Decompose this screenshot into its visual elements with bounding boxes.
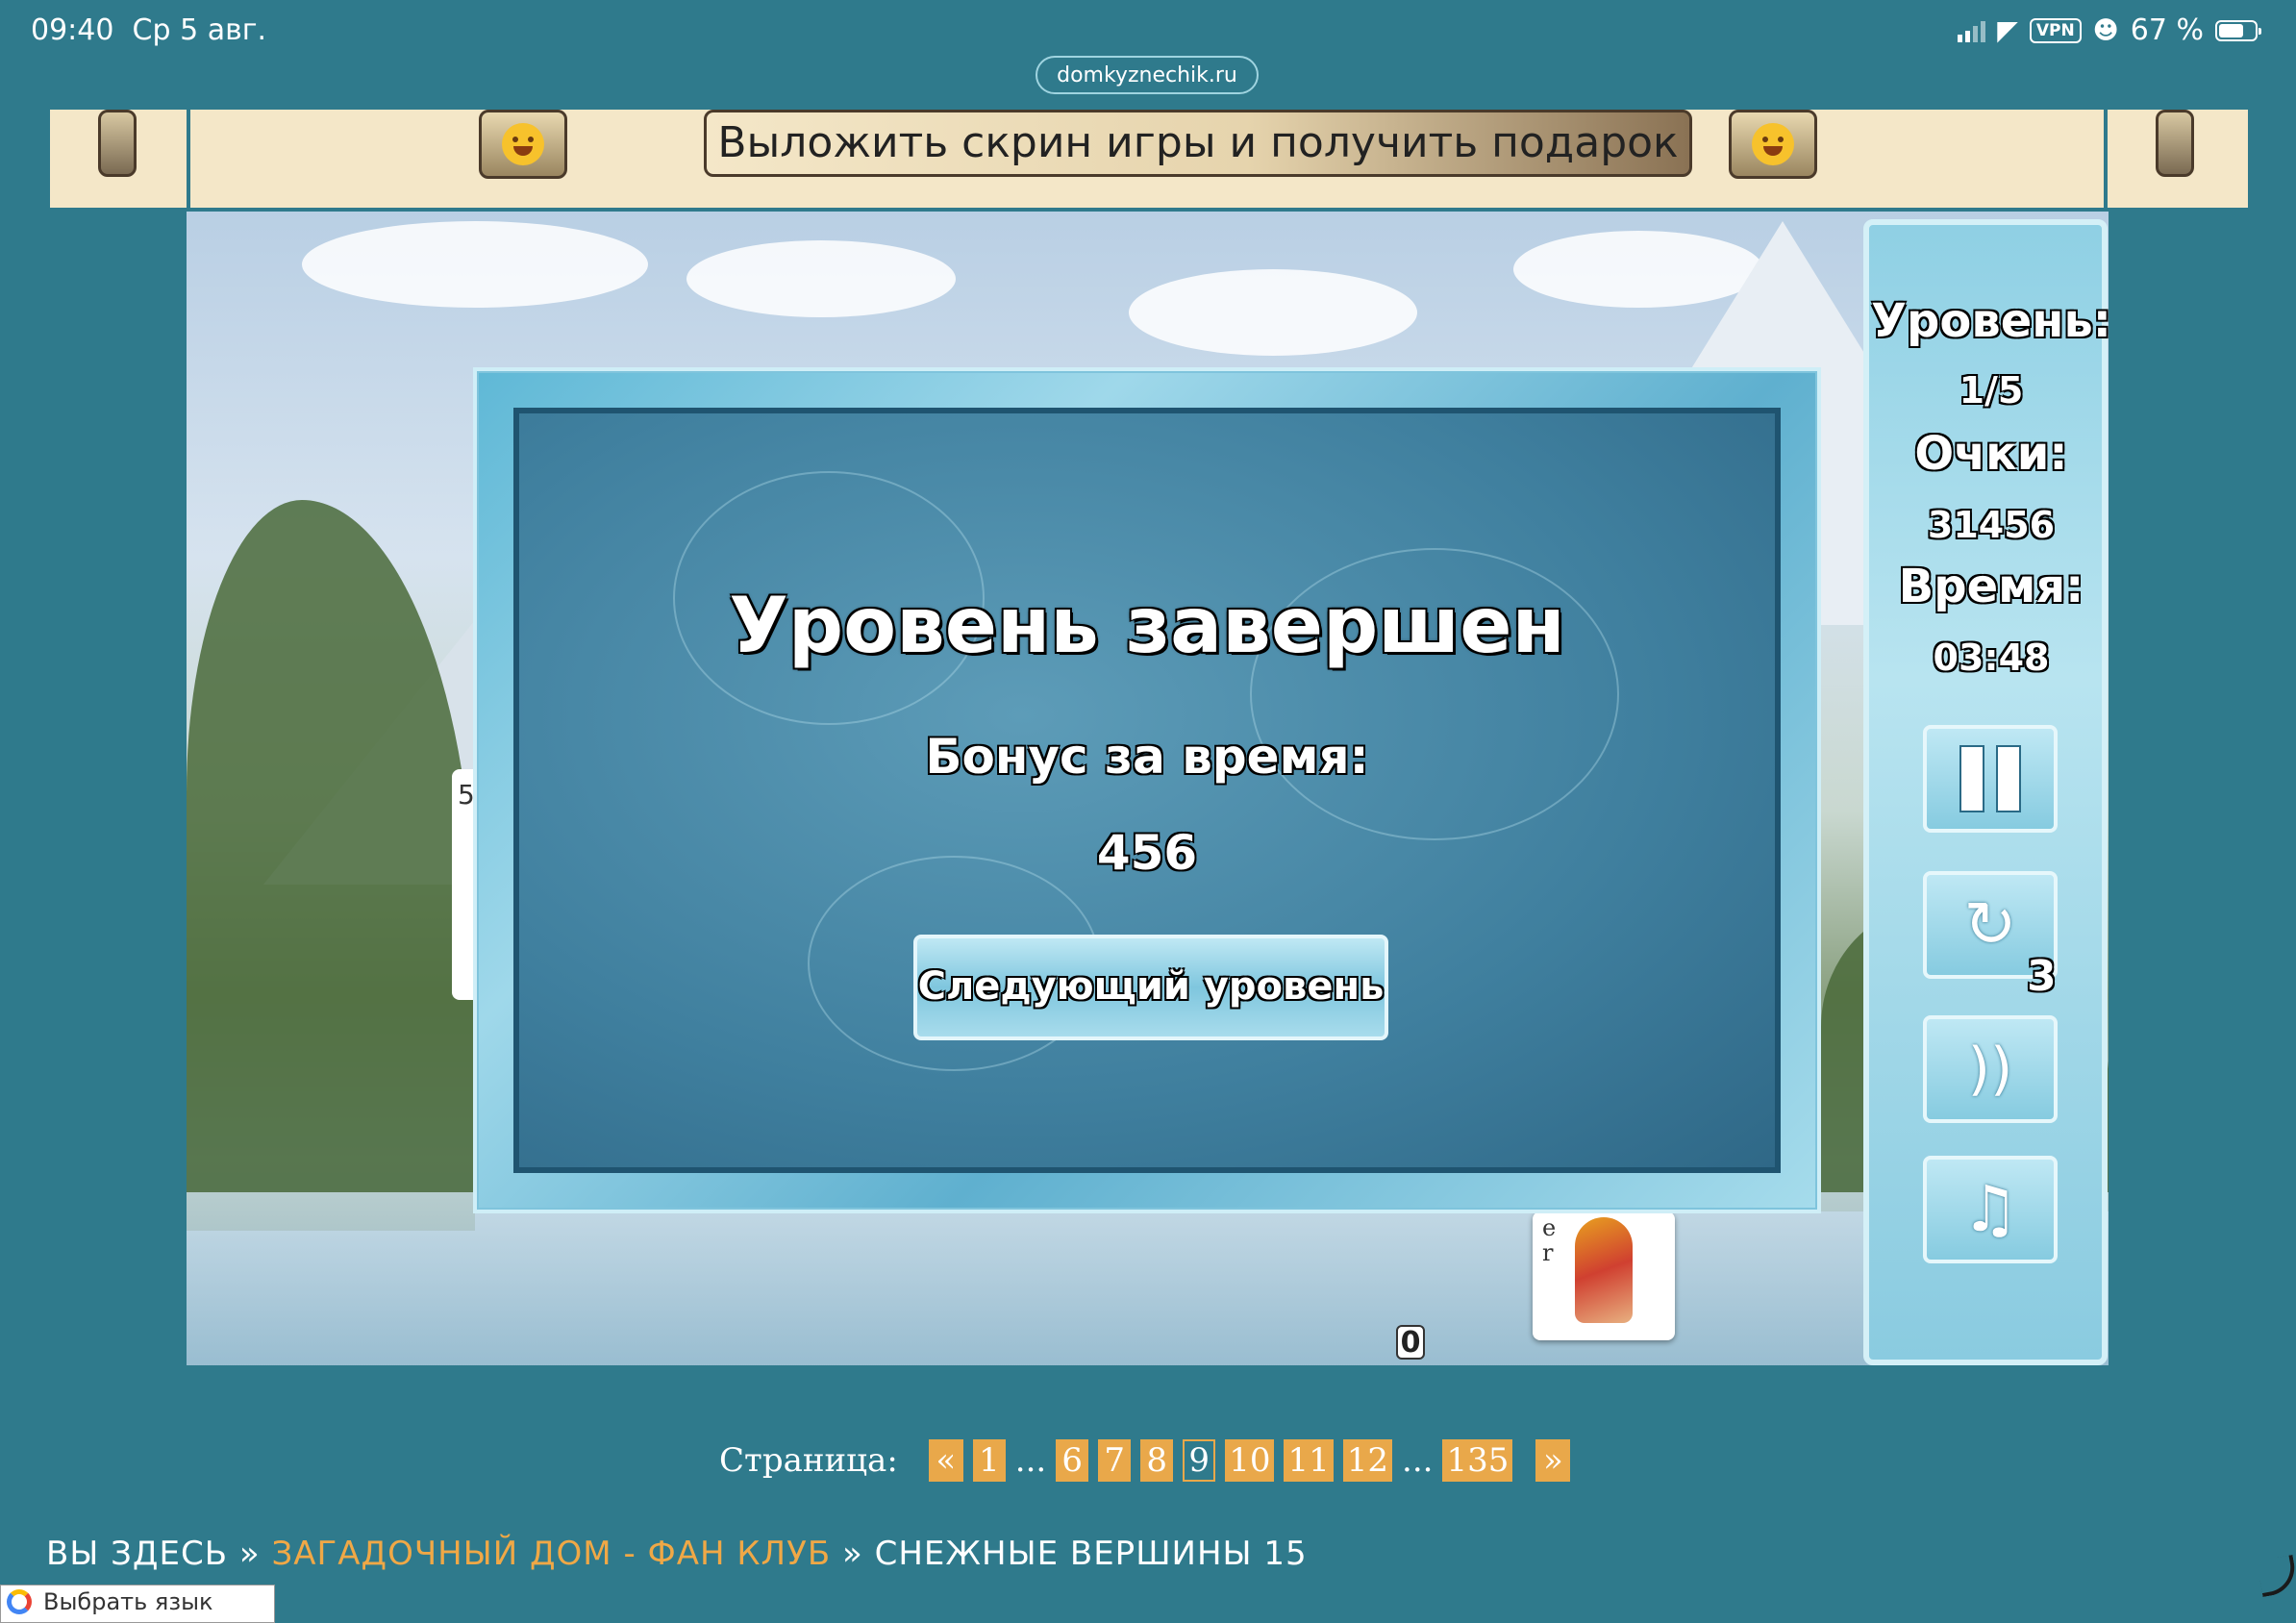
undo-count: 3	[2027, 952, 2057, 1001]
dialog-title: Уровень завершен	[729, 581, 1565, 670]
banner-divider	[187, 110, 190, 208]
page-link[interactable]: 10	[1225, 1439, 1275, 1482]
score-value: 31456	[1927, 504, 2056, 546]
pagination: Страница: « 1 ... 6 7 8 9 10 11 12 ... 1…	[719, 1436, 1571, 1485]
status-time: 09:40 Ср 5 авг.	[31, 13, 266, 47]
time-bonus-label: Бонус за время:	[925, 729, 1369, 785]
hugging-face-icon	[1752, 123, 1794, 165]
deck-count: 0	[1396, 1325, 1425, 1360]
translate-label: Выбрать язык	[43, 1588, 213, 1615]
time-label: Время:	[1898, 560, 2084, 613]
next-level-button[interactable]: Следующий уровень	[913, 935, 1388, 1040]
status-indicators: ◤ VPN ☻ 67 %	[1958, 13, 2261, 47]
vpn-badge: VPN	[2029, 17, 2082, 43]
banner-knob-right	[2156, 110, 2194, 177]
sound-button[interactable]: ))	[1923, 1015, 2058, 1123]
cloud	[302, 221, 648, 308]
pagination-ellipsis: ...	[1014, 1441, 1047, 1480]
page-link[interactable]: 11	[1284, 1439, 1334, 1482]
breadcrumb: ВЫ ЗДЕСЬ » ЗАГАДОЧНЫЙ ДОМ - ФАН КЛУБ » С…	[46, 1535, 1308, 1573]
breadcrumb-separator: »	[841, 1535, 863, 1573]
banner-divider	[2104, 110, 2108, 208]
cloud	[686, 240, 956, 317]
time-value: 03:48	[1933, 637, 2050, 679]
page-link[interactable]: 8	[1140, 1439, 1174, 1482]
status-bar: 09:40 Ср 5 авг. ◤ VPN ☻ 67 %	[0, 0, 2296, 63]
pagination-ellipsis: ...	[1402, 1441, 1434, 1480]
cloud	[1129, 269, 1417, 356]
page-prev[interactable]: «	[928, 1439, 963, 1482]
signal-icon	[1958, 19, 1986, 42]
google-icon	[7, 1589, 32, 1614]
page-link[interactable]: 7	[1098, 1439, 1132, 1482]
music-button[interactable]: ♫	[1923, 1156, 2058, 1263]
playing-card[interactable]: e r	[1533, 1211, 1675, 1340]
breadcrumb-link-section[interactable]: ЗАГАДОЧНЫЙ ДОМ - ФАН КЛУБ	[271, 1535, 831, 1573]
page-link-last[interactable]: 135	[1442, 1439, 1513, 1482]
level-complete-dialog: Уровень завершен Бонус за время: 456 Сле…	[473, 367, 1821, 1213]
emoji-button-right[interactable]	[1729, 110, 1817, 179]
level-value: 1/5	[1959, 369, 2024, 412]
wifi-icon: ◤	[1997, 14, 2018, 46]
pause-button[interactable]	[1923, 725, 2058, 833]
emoji-button-left[interactable]	[479, 110, 567, 179]
clock: 09:40	[31, 13, 114, 47]
dialog-frost-panel	[513, 408, 1781, 1173]
page-current: 9	[1183, 1439, 1216, 1482]
time-bonus-value: 456	[1096, 825, 1198, 881]
page-link-first[interactable]: 1	[972, 1439, 1006, 1482]
lake	[187, 1192, 2109, 1365]
resize-handle-icon	[2256, 1554, 2296, 1598]
game-area: 5 e r 0 Уровень завершен Бонус за время:…	[187, 212, 2109, 1365]
page-link[interactable]: 12	[1342, 1439, 1393, 1482]
music-icon: ♫	[1961, 1172, 2019, 1246]
share-screenshot-button[interactable]: Выложить скрин игры и получить подарок	[704, 110, 1692, 177]
breadcrumb-prefix: ВЫ ЗДЕСЬ	[46, 1535, 229, 1573]
level-label: Уровень:	[1871, 294, 2111, 348]
url-bar[interactable]: domkyznechik.ru	[1036, 56, 1259, 94]
score-label: Очки:	[1914, 427, 2068, 481]
page-link[interactable]: 6	[1056, 1439, 1089, 1482]
top-banner: Выложить скрин игры и получить подарок	[50, 110, 2248, 208]
card-letters: e r	[1542, 1214, 1557, 1266]
breadcrumb-current: СНЕЖНЫЕ ВЕРШИНЫ 15	[874, 1535, 1308, 1573]
side-panel: Уровень: 1/5 Очки: 31456 Время: 03:48 ↻ …	[1863, 219, 2111, 1365]
breadcrumb-separator: »	[238, 1535, 261, 1573]
sound-icon: ))	[1967, 1036, 2013, 1103]
undo-icon: ↻	[1963, 887, 2017, 961]
jester-figure	[1575, 1217, 1633, 1323]
battery-percent: 67 %	[2130, 13, 2204, 47]
battery-icon	[2215, 19, 2261, 41]
person-icon: ☻	[2092, 15, 2119, 45]
translate-widget[interactable]: Выбрать язык	[0, 1585, 275, 1623]
hugging-face-icon	[502, 123, 544, 165]
banner-knob-left	[98, 110, 137, 177]
pause-icon	[1961, 747, 2019, 811]
pagination-label: Страница:	[719, 1441, 898, 1480]
date: Ср 5 авг.	[132, 13, 267, 47]
page-next[interactable]: »	[1535, 1439, 1571, 1482]
